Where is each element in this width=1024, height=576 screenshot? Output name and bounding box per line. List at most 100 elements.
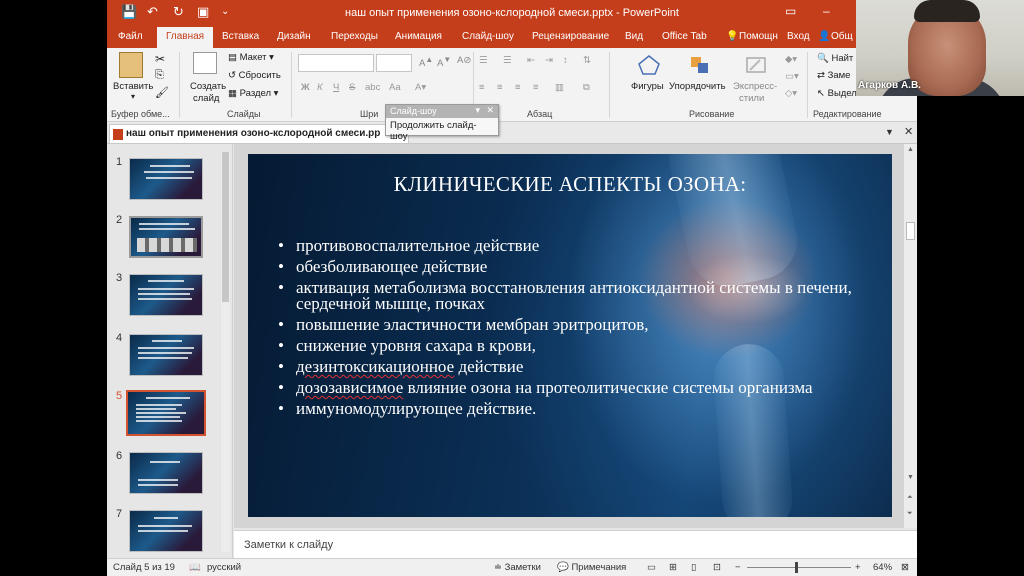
quick-styles-icon[interactable] xyxy=(744,54,768,76)
tab-sign-in[interactable]: Вход xyxy=(787,31,810,42)
thumbnails-scrollbar[interactable] xyxy=(221,152,230,552)
ribbon-display-options-icon[interactable]: ▭ xyxy=(785,4,796,18)
tab-list-dropdown-icon[interactable]: ▼ xyxy=(885,127,894,137)
slide-thumbnail-6[interactable] xyxy=(129,452,203,494)
tab-review[interactable]: Рецензирование xyxy=(532,31,609,42)
scroll-down-icon[interactable]: ▼ xyxy=(907,474,914,481)
slide-thumbnail-5-selected[interactable] xyxy=(126,390,206,436)
tab-file[interactable]: Файл xyxy=(118,31,143,42)
paste-dropdown-icon[interactable]: ▾ xyxy=(131,92,135,101)
strikethrough-icon[interactable]: S xyxy=(349,82,355,93)
fit-slide-icon[interactable]: ⊠ xyxy=(901,562,909,573)
slide-thumbnail-4[interactable] xyxy=(129,334,203,376)
popup-dropdown-icon[interactable]: ▾ xyxy=(475,105,480,116)
decrease-font-icon[interactable]: A▼ xyxy=(437,55,451,69)
shapes-icon[interactable] xyxy=(637,54,661,76)
popup-close-icon[interactable]: ✕ xyxy=(486,105,494,116)
shapes-button[interactable]: Фигуры xyxy=(631,81,664,92)
slide-thumbnail-7[interactable] xyxy=(129,510,203,552)
align-center-icon[interactable]: ≡ xyxy=(497,82,503,93)
bullets-icon[interactable]: ☰ xyxy=(479,55,488,66)
shape-outline-icon[interactable]: ▭▾ xyxy=(785,71,799,82)
smartart-icon[interactable]: ⧉ xyxy=(583,82,590,93)
tab-design[interactable]: Дизайн xyxy=(277,31,311,42)
arrange-button[interactable]: Упорядочить xyxy=(669,81,726,92)
slide-thumbnail-2[interactable] xyxy=(129,216,203,258)
tab-transitions[interactable]: Переходы xyxy=(331,31,378,42)
align-left-icon[interactable]: ≡ xyxy=(479,82,485,93)
change-case-icon[interactable]: Aa xyxy=(389,82,401,93)
font-color-icon[interactable]: A▾ xyxy=(415,82,426,93)
slide-scroll-thumb[interactable] xyxy=(906,222,915,240)
notes-toggle-button[interactable]: ≐ Заметки xyxy=(494,562,541,573)
shape-effects-icon[interactable]: ◇▾ xyxy=(785,88,797,99)
zoom-in-icon[interactable]: + xyxy=(855,562,861,573)
new-slide-button[interactable]: Создать xyxy=(190,81,226,92)
tab-animation[interactable]: Анимация xyxy=(395,31,442,42)
clear-formatting-icon[interactable]: A⊘ xyxy=(457,55,471,66)
reset-button[interactable]: ↺ Сбросить xyxy=(228,70,281,81)
slide-thumbnail-1[interactable] xyxy=(129,158,203,200)
next-slide-icon[interactable]: ⏷ xyxy=(907,510,913,518)
copy-icon[interactable]: ⎘ xyxy=(155,69,164,82)
section-button[interactable]: ▦ Раздел ▾ xyxy=(228,88,278,99)
font-size-combo[interactable] xyxy=(376,54,412,72)
paste-button[interactable]: Вставить xyxy=(113,81,153,92)
tab-insert[interactable]: Вставка xyxy=(222,31,259,42)
notes-pane[interactable]: Заметки к слайду xyxy=(234,530,917,558)
replace-button[interactable]: ⇄ Заме xyxy=(817,70,850,81)
slide-vertical-scrollbar[interactable]: ▲ ▼ ⏶ ⏷ xyxy=(904,144,917,528)
comments-toggle-button[interactable]: 💬 Примечания xyxy=(557,562,626,573)
new-slide-button-line2[interactable]: слайд xyxy=(193,93,219,104)
resume-slideshow-item[interactable]: Продолжить слайд-шоу xyxy=(386,118,498,144)
columns-icon[interactable]: ▥ xyxy=(555,82,564,93)
text-direction-icon[interactable]: ⇅ xyxy=(583,55,591,66)
slideshow-view-icon[interactable]: ⊡ xyxy=(713,562,721,573)
char-spacing-icon[interactable]: abc xyxy=(365,82,380,93)
numbering-icon[interactable]: ☰ xyxy=(503,55,512,66)
slideshow-popup-header[interactable]: Слайд-шоу ▾ ✕ xyxy=(386,105,498,118)
zoom-level[interactable]: 64% xyxy=(873,562,892,573)
reading-view-icon[interactable]: ▯ xyxy=(691,562,696,573)
quick-styles-button[interactable]: Экспресс- xyxy=(733,81,777,92)
increase-indent-icon[interactable]: ⇥ xyxy=(545,55,553,66)
justify-icon[interactable]: ≡ xyxy=(533,82,539,93)
font-name-combo[interactable] xyxy=(298,54,374,72)
document-tab[interactable]: наш опыт применения озоно-кслородной сме… xyxy=(109,124,409,143)
layout-button[interactable]: ▤ Макет ▾ xyxy=(228,52,274,63)
minimize-icon[interactable]: – xyxy=(823,4,830,18)
bold-icon[interactable]: Ж xyxy=(301,82,310,93)
paste-icon[interactable] xyxy=(119,52,143,78)
line-spacing-icon[interactable]: ↕ xyxy=(563,55,568,66)
thumbnails-scroll-thumb[interactable] xyxy=(222,152,229,302)
slide-thumbnail-3[interactable] xyxy=(129,274,203,316)
slide-sorter-icon[interactable]: ⊞ xyxy=(669,562,677,573)
decrease-indent-icon[interactable]: ⇤ xyxy=(527,55,535,66)
tab-home[interactable]: Главная xyxy=(157,27,214,48)
close-document-icon[interactable]: ✕ xyxy=(904,125,913,138)
italic-icon[interactable]: К xyxy=(317,82,323,93)
format-painter-icon[interactable]: 🖌 xyxy=(155,86,169,99)
tab-view[interactable]: Вид xyxy=(625,31,643,42)
quick-styles-button-line2[interactable]: стили xyxy=(739,93,764,104)
new-slide-icon[interactable] xyxy=(193,52,217,74)
zoom-slider-thumb[interactable] xyxy=(795,562,798,573)
scroll-up-icon[interactable]: ▲ xyxy=(907,146,914,153)
find-button[interactable]: 🔍 Найт xyxy=(817,53,853,64)
arrange-icon[interactable] xyxy=(688,54,712,76)
cut-icon[interactable]: ✂ xyxy=(155,52,165,66)
tab-slideshow[interactable]: Слайд-шоу xyxy=(462,31,514,42)
previous-slide-icon[interactable]: ⏶ xyxy=(907,494,913,502)
language-indicator[interactable]: русский xyxy=(207,562,241,573)
tab-share[interactable]: Общ xyxy=(831,31,853,42)
normal-view-icon[interactable]: ▭ xyxy=(647,562,656,573)
tab-tell-me[interactable]: Помощн xyxy=(739,31,778,42)
align-right-icon[interactable]: ≡ xyxy=(515,82,521,93)
current-slide[interactable]: КЛИНИЧЕСКИЕ АСПЕКТЫ ОЗОНА: противовоспал… xyxy=(248,154,892,517)
zoom-slider[interactable] xyxy=(747,567,851,568)
spellcheck-icon[interactable]: 📖 xyxy=(189,562,201,573)
zoom-out-icon[interactable]: − xyxy=(735,562,741,573)
underline-icon[interactable]: Ч xyxy=(333,82,339,93)
increase-font-icon[interactable]: A▲ xyxy=(419,55,433,69)
shape-fill-icon[interactable]: ◆▾ xyxy=(785,54,797,65)
